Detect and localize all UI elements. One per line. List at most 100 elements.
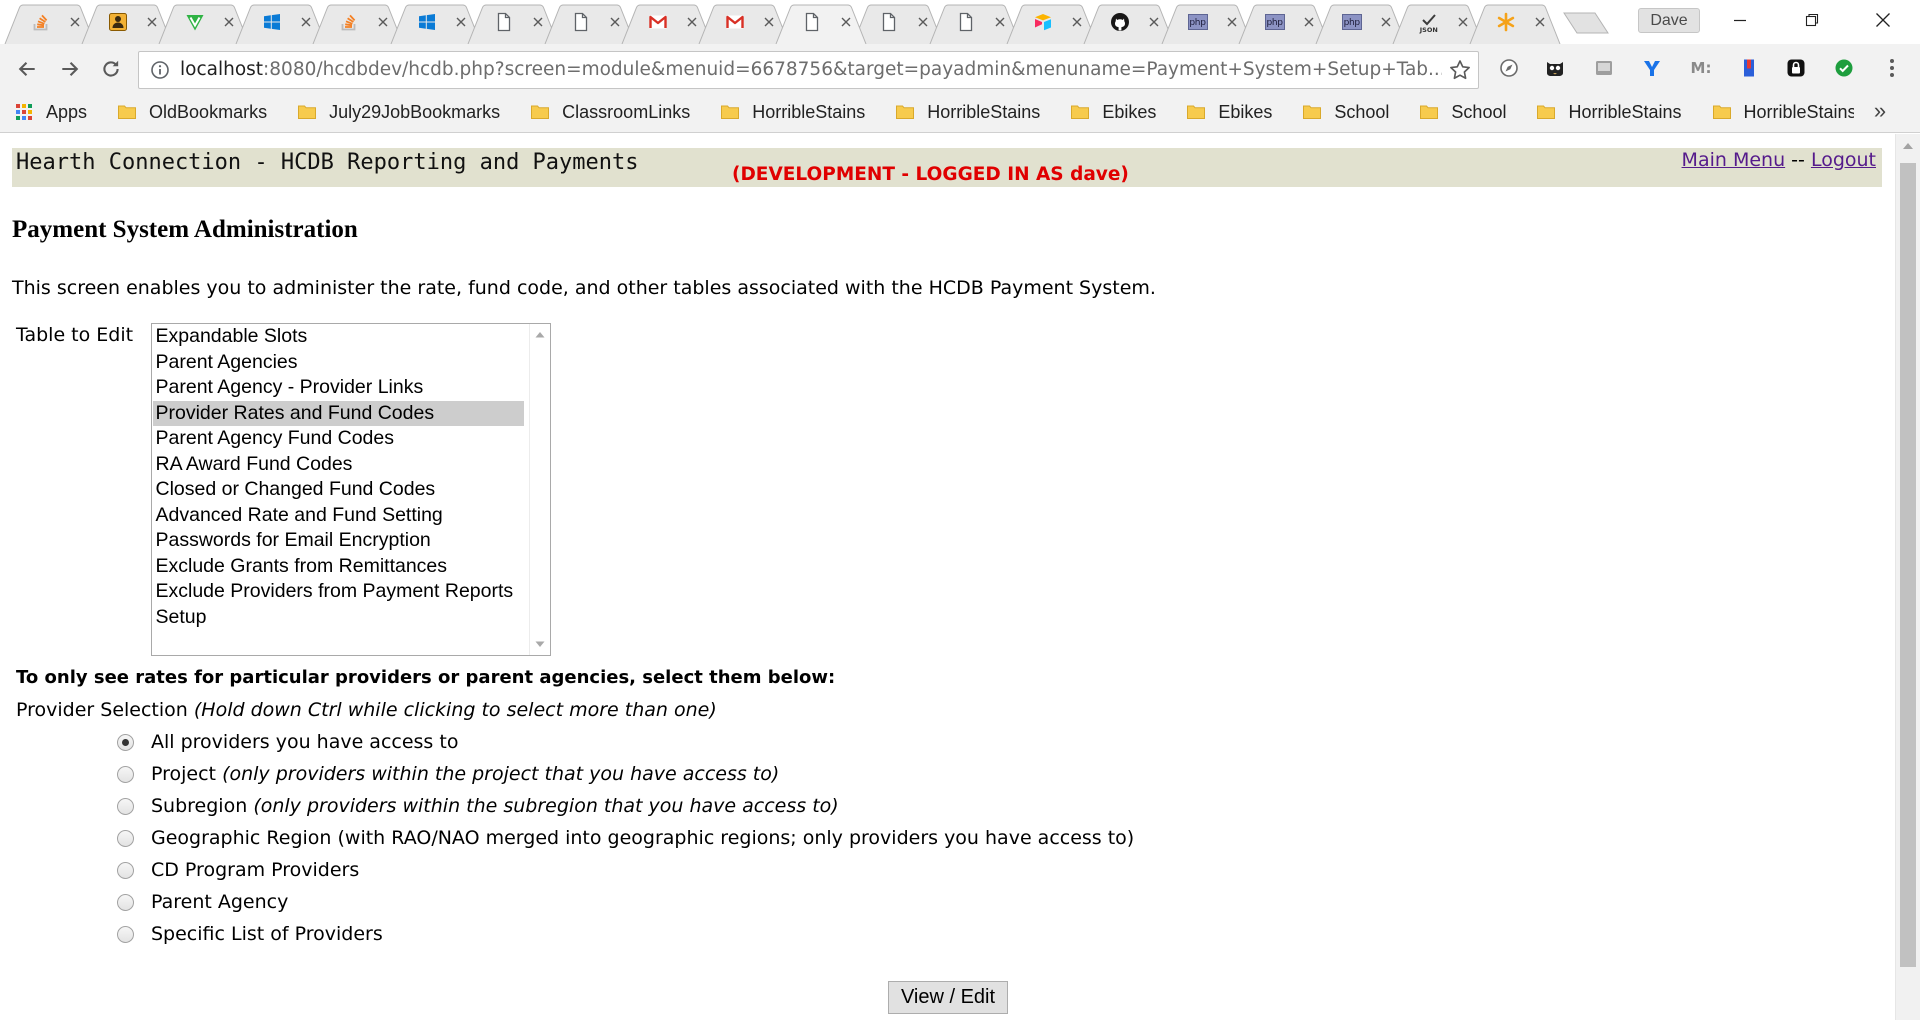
close-tab-icon[interactable]	[1147, 15, 1161, 29]
close-tab-icon[interactable]	[68, 15, 82, 29]
close-tab-icon[interactable]	[376, 15, 390, 29]
profile-button[interactable]: Dave	[1638, 8, 1700, 33]
listbox-option[interactable]: Exclude Grants from Remittances	[153, 554, 524, 580]
close-tab-icon[interactable]	[531, 15, 545, 29]
scroll-up-arrow-icon[interactable]	[1902, 142, 1914, 150]
page-scrollbar[interactable]	[1895, 134, 1920, 1020]
close-tab-icon[interactable]	[1379, 15, 1393, 29]
bookmark-folder[interactable]: School	[1419, 92, 1506, 132]
reload-button[interactable]	[98, 56, 124, 82]
listbox-option[interactable]: Exclude Providers from Payment Reports	[153, 579, 524, 605]
radio-button[interactable]	[117, 925, 134, 943]
provider-scope-option[interactable]: Subregion (only providers within the sub…	[114, 790, 1314, 822]
close-tab-icon[interactable]	[454, 15, 468, 29]
php-logo-text: php	[1187, 14, 1208, 30]
m-extension-icon[interactable]: M:	[1689, 56, 1713, 80]
bookmark-folder[interactable]: ClassroomLinks	[530, 92, 690, 132]
scroll-down-arrow-icon[interactable]	[535, 641, 545, 648]
close-tab-icon[interactable]	[299, 15, 313, 29]
bookmark-folder[interactable]: OldBookmarks	[117, 92, 267, 132]
php-logo-text: php	[1341, 14, 1362, 30]
close-tab-icon[interactable]	[1533, 15, 1547, 29]
table-to-edit-listbox[interactable]: Expandable Slots Parent Agencies Parent Ag…	[151, 323, 551, 656]
listbox-option[interactable]: Setup	[153, 605, 524, 631]
view-edit-button[interactable]: View / Edit	[888, 981, 1008, 1014]
provider-scope-option[interactable]: Parent Agency	[114, 886, 1314, 918]
close-tab-icon[interactable]	[145, 15, 159, 29]
close-tab-icon[interactable]	[1070, 15, 1084, 29]
listbox-option[interactable]: Advanced Rate and Fund Setting	[153, 503, 524, 529]
minimize-icon	[1734, 19, 1746, 22]
provider-scope-option[interactable]: All providers you have access to	[114, 726, 1314, 758]
provider-scope-option[interactable]: CD Program Providers	[114, 854, 1314, 886]
browser-menu-button[interactable]	[1880, 56, 1904, 80]
minimize-button[interactable]	[1711, 0, 1769, 40]
listbox-option[interactable]: Parent Agency - Provider Links	[153, 375, 524, 401]
owl-icon[interactable]	[1543, 56, 1567, 80]
bookmark-folder[interactable]: Ebikes	[1070, 92, 1156, 132]
listbox-option[interactable]: Closed or Changed Fund Codes	[153, 477, 524, 503]
close-tab-icon[interactable]	[608, 15, 622, 29]
apps-shortcut[interactable]: Apps	[14, 92, 87, 132]
close-tab-icon[interactable]	[222, 15, 236, 29]
forward-button[interactable]	[57, 56, 83, 82]
provider-scope-option[interactable]: Specific List of Providers	[114, 918, 1314, 950]
grey-box-icon[interactable]	[1592, 56, 1616, 80]
radio-button[interactable]	[117, 797, 134, 815]
bookmarks-overflow-chevron-icon[interactable]: »	[1868, 98, 1892, 126]
radio-button[interactable]	[117, 765, 134, 783]
provider-scope-option[interactable]: Project (only providers within the proje…	[114, 758, 1314, 790]
main-menu-link[interactable]: Main Menu	[1682, 149, 1786, 171]
close-tab-icon[interactable]	[993, 15, 1007, 29]
scrollbar-thumb[interactable]	[1900, 163, 1916, 967]
radio-button[interactable]	[117, 829, 134, 847]
close-window-button[interactable]	[1854, 0, 1912, 40]
bookmark-star-icon[interactable]	[1449, 59, 1471, 81]
listbox-option[interactable]: Parent Agencies	[153, 350, 524, 376]
browser-tab-active[interactable]	[775, 0, 867, 44]
provider-scope-radio-group: All providers you have access to Project…	[114, 726, 1314, 950]
bookmark-ribbon-icon[interactable]	[1737, 56, 1761, 80]
listbox-scrollbar[interactable]	[529, 324, 550, 655]
bookmark-folder[interactable]: HorribleStains	[1536, 92, 1682, 132]
bookmarks-list: Apps OldBookmarks July29JobBookmarks Class…	[14, 92, 1854, 132]
bookmark-folder[interactable]: HorribleStains	[895, 92, 1040, 132]
logout-link[interactable]: Logout	[1811, 149, 1876, 171]
listbox-option[interactable]: RA Award Fund Codes	[153, 452, 524, 478]
bookmark-folder[interactable]: Ebikes	[1186, 92, 1272, 132]
close-tab-icon[interactable]	[839, 15, 853, 29]
bookmark-folder[interactable]: HorribleStains	[720, 92, 865, 132]
bookmark-folder[interactable]: HorribleStains	[1712, 92, 1854, 132]
address-bar[interactable]: localhost:8080/hcdbdev/hcdb.php?screen=m…	[138, 51, 1479, 89]
listbox-option[interactable]: Parent Agency Fund Codes	[153, 426, 524, 452]
compass-icon[interactable]	[1497, 56, 1521, 80]
new-tab-button[interactable]	[1563, 12, 1609, 34]
back-button[interactable]	[14, 56, 40, 82]
provider-scope-option[interactable]: Geographic Region (with RAO/NAO merged i…	[114, 822, 1314, 854]
blue-y-icon[interactable]	[1640, 56, 1664, 80]
radio-button-checked[interactable]	[117, 733, 134, 751]
radio-button[interactable]	[117, 893, 134, 911]
close-tab-icon[interactable]	[1225, 15, 1239, 29]
close-tab-icon[interactable]	[1456, 15, 1470, 29]
listbox-option[interactable]: Passwords for Email Encryption	[153, 528, 524, 554]
info-icon[interactable]	[150, 60, 170, 80]
close-tab-icon[interactable]	[685, 15, 699, 29]
bookmark-folder[interactable]: July29JobBookmarks	[297, 92, 500, 132]
lock-icon[interactable]	[1784, 56, 1808, 80]
radio-text: Specific List of Providers	[151, 918, 383, 950]
radio-button[interactable]	[117, 861, 134, 879]
close-tab-icon[interactable]	[1302, 15, 1316, 29]
restore-button[interactable]	[1783, 0, 1841, 40]
close-tab-icon[interactable]	[762, 15, 776, 29]
close-tab-icon[interactable]	[916, 15, 930, 29]
radio-label: Parent Agency	[151, 891, 289, 913]
check-circle-icon[interactable]	[1832, 56, 1856, 80]
browser-tab[interactable]	[1469, 0, 1561, 44]
scroll-up-arrow-icon[interactable]	[535, 331, 545, 338]
listbox-option[interactable]: Expandable Slots	[153, 324, 524, 350]
environment-notice: (DEVELOPMENT - LOGGED IN AS dave)	[732, 164, 1129, 185]
bookmark-folder[interactable]: School	[1302, 92, 1389, 132]
listbox-option-selected[interactable]: Provider Rates and Fund Codes	[153, 400, 524, 426]
provider-selection-title: Provider Selection	[16, 699, 188, 721]
